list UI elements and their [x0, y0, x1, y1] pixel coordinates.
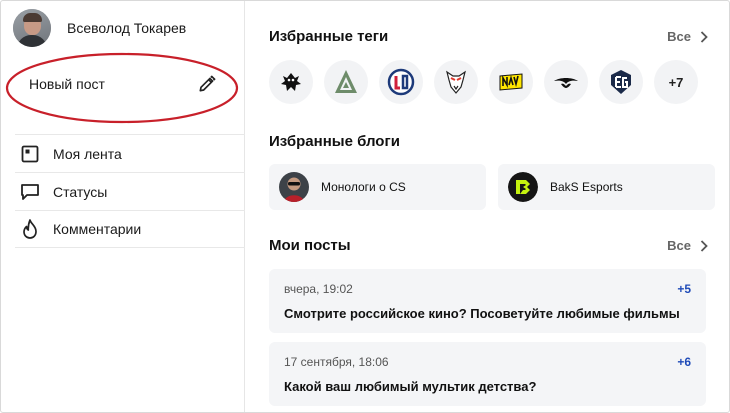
menu-item-label: Моя лента: [53, 146, 122, 162]
post-card[interactable]: вчера, 19:02 +5 Смотрите российское кино…: [269, 269, 706, 333]
favorite-tags-title: Избранные теги: [269, 28, 389, 45]
see-all-posts-link[interactable]: Все: [667, 238, 709, 253]
blog-name: BakS Esports: [550, 180, 623, 194]
tag-secret[interactable]: [544, 60, 588, 104]
new-post-button[interactable]: Новый пост: [15, 63, 229, 105]
square-icon: [19, 143, 41, 165]
goat-logo-icon: [446, 70, 466, 94]
user-profile[interactable]: Всеволод Токарев: [13, 9, 186, 47]
triangle-a-logo-icon: [335, 70, 357, 93]
see-all-tags-link[interactable]: Все: [667, 29, 709, 44]
tags-more-count: +7: [668, 74, 684, 90]
new-post-label: Новый пост: [29, 76, 105, 92]
see-all-label: Все: [667, 29, 691, 44]
post-score: +6: [677, 355, 691, 369]
tags-more-button[interactable]: +7: [654, 60, 698, 104]
user-name[interactable]: Всеволод Токарев: [67, 20, 186, 36]
tag-evil-geniuses[interactable]: [599, 60, 643, 104]
navi-logo-icon: [499, 73, 523, 91]
post-title[interactable]: Какой ваш любимый мультик детства?: [284, 379, 536, 394]
tag-alliance[interactable]: [324, 60, 368, 104]
main-content: Избранные теги Все +7 Избранные блоги Мо…: [245, 1, 729, 412]
tag-navi[interactable]: [489, 60, 533, 104]
post-card[interactable]: 17 сентября, 18:06 +6 Какой ваш любимый …: [269, 342, 706, 406]
person-avatar-icon: [279, 172, 309, 202]
spider-logo-icon: [281, 73, 301, 91]
liquid-logo-icon: [387, 68, 415, 96]
menu-item-comments[interactable]: Комментарии: [15, 210, 245, 248]
chevron-right-icon: [700, 30, 708, 43]
my-posts-title: Мои посты: [269, 237, 351, 254]
pencil-icon: [199, 75, 216, 92]
menu-item-label: Статусы: [53, 184, 108, 200]
sidebar: Всеволод Токарев Новый пост Моя лента Ст…: [1, 1, 245, 412]
tag-virtus-pro[interactable]: [434, 60, 478, 104]
blog-card[interactable]: BakS Esports: [498, 164, 715, 210]
menu-item-feed[interactable]: Моя лента: [15, 135, 245, 173]
flame-icon: [19, 218, 41, 240]
post-title[interactable]: Смотрите российское кино? Посоветуйте лю…: [284, 306, 680, 321]
favorite-blogs-title: Избранные блоги: [269, 133, 400, 150]
eg-logo-icon: [611, 70, 631, 94]
avatar[interactable]: [13, 9, 51, 47]
post-score: +5: [677, 282, 691, 296]
menu-divider: [15, 247, 245, 248]
tag-spirit[interactable]: [269, 60, 313, 104]
chevron-right-icon: [700, 239, 708, 252]
speech-bubble-icon: [19, 181, 41, 203]
menu-item-statuses[interactable]: Статусы: [15, 173, 245, 211]
secret-logo-icon: [554, 78, 578, 88]
favorite-tags-list: +7: [269, 60, 698, 104]
post-date: вчера, 19:02: [284, 282, 353, 296]
menu-item-label: Комментарии: [53, 221, 142, 237]
favorite-blogs-list: Монологи о CS BakS Esports: [269, 164, 715, 210]
blog-name: Монологи о CS: [321, 180, 406, 194]
see-all-label: Все: [667, 238, 691, 253]
post-date: 17 сентября, 18:06: [284, 355, 389, 369]
app-frame: Всеволод Токарев Новый пост Моя лента Ст…: [0, 0, 730, 413]
baks-logo-icon: [508, 172, 538, 202]
tag-liquid[interactable]: [379, 60, 423, 104]
blog-card[interactable]: Монологи о CS: [269, 164, 486, 210]
